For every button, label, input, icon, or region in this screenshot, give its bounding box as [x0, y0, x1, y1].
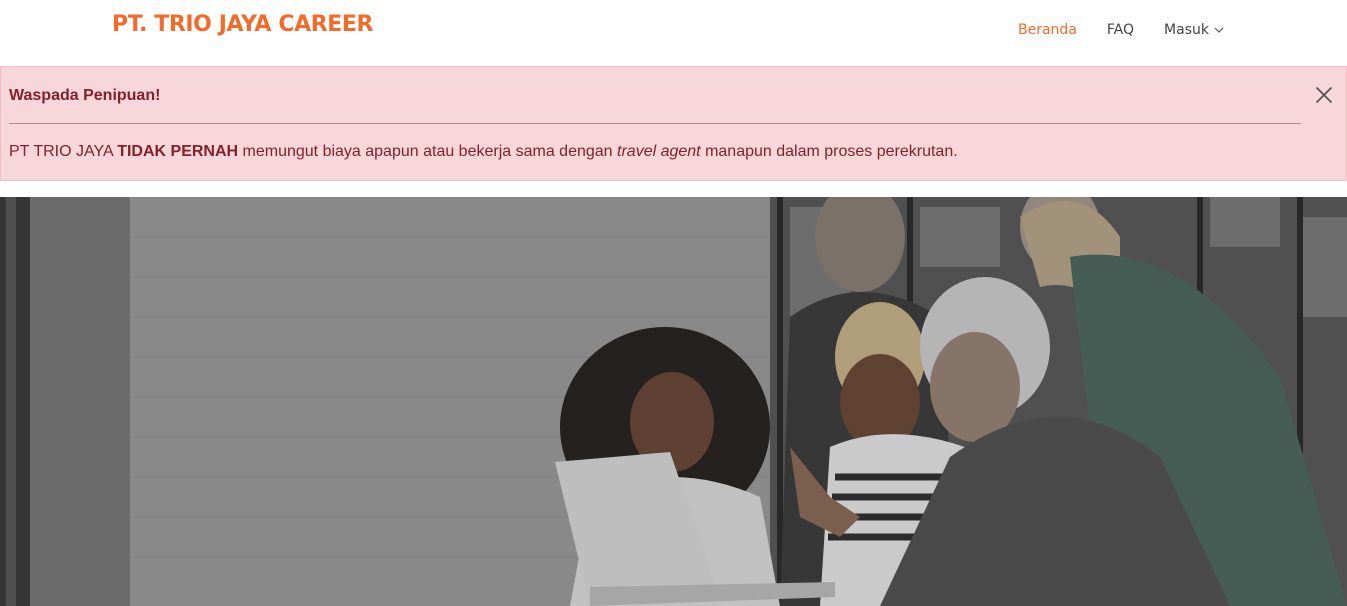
- alert-text-3: manapun dalam proses perekrutan.: [700, 143, 958, 160]
- nav-faq[interactable]: FAQ: [1107, 22, 1134, 38]
- alert-text-1: PT TRIO JAYA: [9, 143, 118, 160]
- alert-text-emphasis: TIDAK PERNAH: [117, 143, 239, 160]
- brand-logo[interactable]: PT. TRIO JAYA CAREER: [112, 12, 373, 37]
- hero-banner: [0, 197, 1347, 606]
- alert-text-2: memungut biaya apapun atau bekerja sama …: [238, 143, 618, 160]
- site-header: PT. TRIO JAYA CAREER Beranda FAQ Masuk: [0, 0, 1347, 66]
- alert-title: Waspada Penipuan!: [9, 87, 161, 104]
- alert-message: PT TRIO JAYA TIDAK PERNAH memungut biaya…: [9, 143, 958, 161]
- alert-divider: [9, 123, 1301, 124]
- nav-beranda[interactable]: Beranda: [1018, 22, 1077, 38]
- alert-text-italic: travel agent: [617, 143, 701, 160]
- main-nav: Beranda FAQ Masuk: [1018, 22, 1224, 38]
- chevron-down-icon: [1214, 27, 1224, 33]
- fraud-warning-alert: Waspada Penipuan! PT TRIO JAYA TIDAK PER…: [0, 66, 1347, 181]
- close-icon[interactable]: [1314, 85, 1334, 105]
- nav-masuk-label: Masuk: [1164, 22, 1209, 38]
- nav-masuk-dropdown[interactable]: Masuk: [1164, 22, 1224, 38]
- hero-photo: [0, 197, 1347, 606]
